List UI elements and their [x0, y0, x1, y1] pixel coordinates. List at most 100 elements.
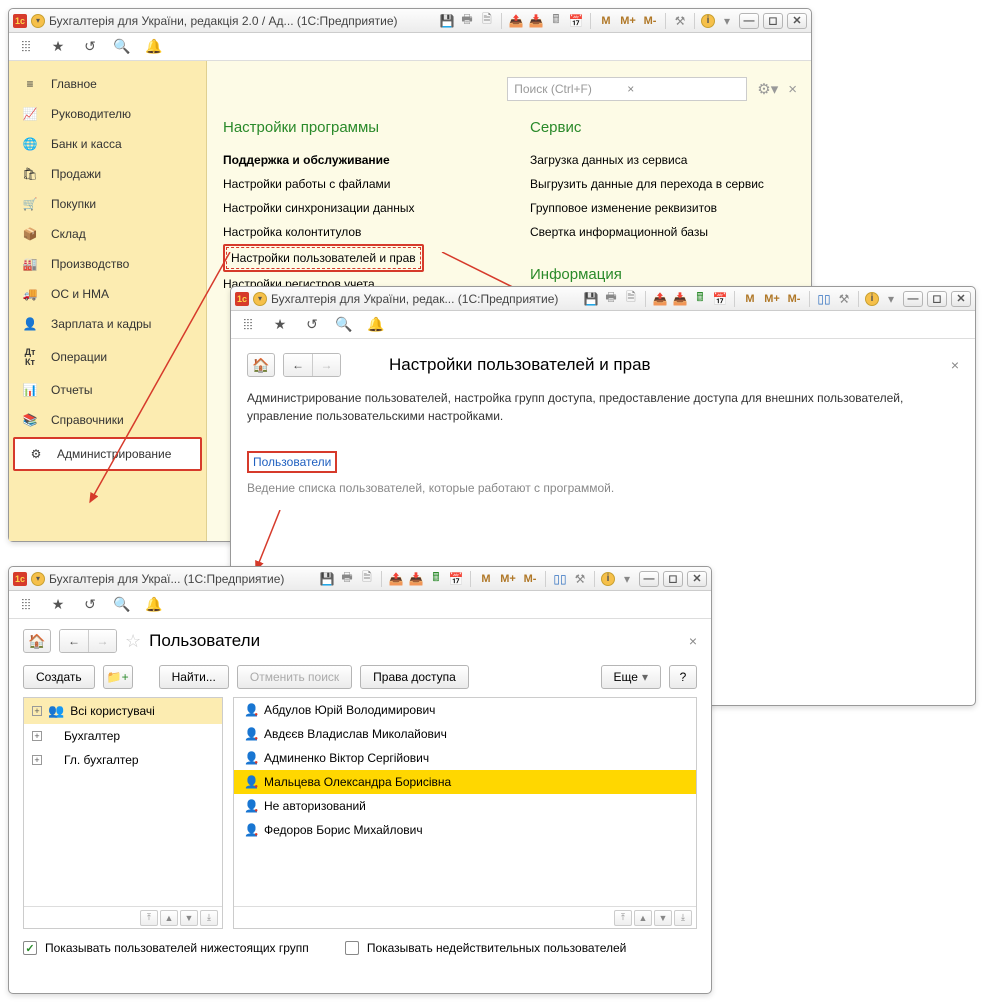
close-button[interactable]: ✕: [687, 571, 707, 587]
users-link[interactable]: Пользователи: [253, 455, 331, 469]
scroll-bottom-button[interactable]: ⤓: [674, 910, 692, 926]
sidebar-item-manager[interactable]: 📈Руководителю: [9, 99, 206, 129]
sidebar-item-bank[interactable]: 🌐Банк и касса: [9, 129, 206, 159]
scroll-bottom-button[interactable]: ⤓: [200, 910, 218, 926]
history-icon[interactable]: ↺: [81, 38, 99, 55]
print-icon[interactable]: 🖶: [603, 291, 619, 307]
save-icon[interactable]: 💾: [319, 571, 335, 587]
tree-row[interactable]: + Гл. бухгалтер: [24, 748, 222, 772]
info-icon[interactable]: i: [865, 292, 879, 306]
create-folder-button[interactable]: 📁+: [103, 665, 133, 689]
m-minus-icon[interactable]: M-: [641, 13, 659, 29]
maximize-button[interactable]: ◻: [763, 13, 783, 29]
m-minus-icon[interactable]: M-: [521, 571, 539, 587]
expand-icon[interactable]: +: [32, 706, 42, 716]
clear-icon[interactable]: ×: [627, 82, 740, 96]
sidebar-item-main[interactable]: ≡Главное: [9, 69, 206, 99]
home-button[interactable]: 🏠: [247, 353, 275, 377]
access-rights-button[interactable]: Права доступа: [360, 665, 469, 689]
star-icon[interactable]: ★: [271, 316, 289, 333]
export-icon[interactable]: 📤: [388, 571, 404, 587]
info-icon[interactable]: i: [601, 572, 615, 586]
m-icon[interactable]: M: [597, 13, 615, 29]
scroll-up-button[interactable]: ▲: [634, 910, 652, 926]
user-row[interactable]: 👤Авдєєв Владислав Миколайович: [234, 722, 696, 746]
sidebar-item-sales[interactable]: 🛍Продажи: [9, 159, 206, 189]
menu-link[interactable]: Групповое изменение реквизитов: [530, 196, 797, 220]
apps-icon[interactable]: ⦙⦙⦙: [17, 596, 35, 613]
export-icon[interactable]: 📤: [508, 13, 524, 29]
star-icon[interactable]: ★: [49, 38, 67, 55]
menu-link[interactable]: Свертка информационной базы: [530, 220, 797, 244]
history-icon[interactable]: ↺: [303, 316, 321, 333]
doc-icon[interactable]: 🗎: [623, 291, 639, 307]
star-icon[interactable]: ★: [49, 596, 67, 613]
user-row[interactable]: 👤Абдулов Юрій Володимирович: [234, 698, 696, 722]
menu-link[interactable]: Выгрузить данные для перехода в сервис: [530, 172, 797, 196]
minimize-button[interactable]: —: [639, 571, 659, 587]
import-icon[interactable]: 📥: [672, 291, 688, 307]
sidebar-item-os[interactable]: 🚚ОС и НМА: [9, 279, 206, 309]
sidebar-item-stock[interactable]: 📦Склад: [9, 219, 206, 249]
favorite-icon[interactable]: ☆: [125, 631, 141, 652]
sidebar-item-operations[interactable]: ДтКтОперации: [9, 339, 206, 375]
doc-icon[interactable]: 🗎: [479, 13, 495, 29]
calculator-icon[interactable]: 🖩: [692, 291, 708, 307]
layout-icon[interactable]: ▯▯: [552, 571, 568, 587]
checkbox-show-inactive[interactable]: [345, 941, 359, 955]
info-icon[interactable]: i: [701, 14, 715, 28]
dropdown-icon[interactable]: ▾: [719, 13, 735, 29]
close-page-button[interactable]: ×: [951, 357, 959, 373]
bell-icon[interactable]: 🔔: [145, 596, 163, 613]
caret-icon[interactable]: ▾: [253, 292, 267, 306]
find-button[interactable]: Найти...: [159, 665, 229, 689]
calculator-icon[interactable]: 🖩: [548, 13, 564, 29]
layout-icon[interactable]: ▯▯: [816, 291, 832, 307]
print-icon[interactable]: 🖶: [339, 571, 355, 587]
minimize-button[interactable]: —: [739, 13, 759, 29]
checkbox-show-sub[interactable]: ✓: [23, 941, 37, 955]
home-button[interactable]: 🏠: [23, 629, 51, 653]
scroll-up-button[interactable]: ▲: [160, 910, 178, 926]
settings-icon[interactable]: ⚙▾: [757, 80, 778, 98]
scroll-down-button[interactable]: ▼: [180, 910, 198, 926]
apps-icon[interactable]: ⦙⦙⦙: [239, 316, 257, 333]
caret-icon[interactable]: ▾: [31, 14, 45, 28]
tool-icon[interactable]: ⚒: [672, 13, 688, 29]
m-plus-icon[interactable]: M+: [619, 13, 637, 29]
tool-icon[interactable]: ⚒: [836, 291, 852, 307]
m-plus-icon[interactable]: M+: [763, 291, 781, 307]
menu-link[interactable]: Настройка колонтитулов: [223, 220, 490, 244]
forward-button[interactable]: →: [312, 354, 340, 376]
tree-row[interactable]: + Бухгалтер: [24, 724, 222, 748]
dropdown-icon[interactable]: ▾: [619, 571, 635, 587]
maximize-button[interactable]: ◻: [663, 571, 683, 587]
dropdown-icon[interactable]: ▾: [883, 291, 899, 307]
sidebar-item-purchases[interactable]: 🛒Покупки: [9, 189, 206, 219]
user-row[interactable]: 👤Федоров Борис Михайлович: [234, 818, 696, 842]
sidebar-item-admin[interactable]: ⚙Администрирование: [13, 437, 202, 471]
help-button[interactable]: ?: [669, 665, 697, 689]
search-icon[interactable]: 🔍: [113, 38, 131, 55]
user-row[interactable]: 👤Админенко Віктор Сергійович: [234, 746, 696, 770]
import-icon[interactable]: 📥: [528, 13, 544, 29]
tree-row[interactable]: + 👥 Всі користувачі: [24, 698, 222, 724]
menu-link[interactable]: Поддержка и обслуживание: [223, 148, 490, 172]
search-icon[interactable]: 🔍: [113, 596, 131, 613]
bell-icon[interactable]: 🔔: [145, 38, 163, 55]
close-icon[interactable]: ×: [788, 81, 797, 98]
m-plus-icon[interactable]: M+: [499, 571, 517, 587]
user-row[interactable]: 👤Не авторизований: [234, 794, 696, 818]
close-button[interactable]: ✕: [787, 13, 807, 29]
close-button[interactable]: ✕: [951, 291, 971, 307]
history-icon[interactable]: ↺: [81, 596, 99, 613]
export-icon[interactable]: 📤: [652, 291, 668, 307]
cancel-find-button[interactable]: Отменить поиск: [237, 665, 352, 689]
doc-icon[interactable]: 🗎: [359, 571, 375, 587]
expand-icon[interactable]: +: [32, 755, 42, 765]
sidebar-item-production[interactable]: 🏭Производство: [9, 249, 206, 279]
scroll-down-button[interactable]: ▼: [654, 910, 672, 926]
expand-icon[interactable]: +: [32, 731, 42, 741]
m-icon[interactable]: M: [741, 291, 759, 307]
caret-icon[interactable]: ▾: [31, 572, 45, 586]
